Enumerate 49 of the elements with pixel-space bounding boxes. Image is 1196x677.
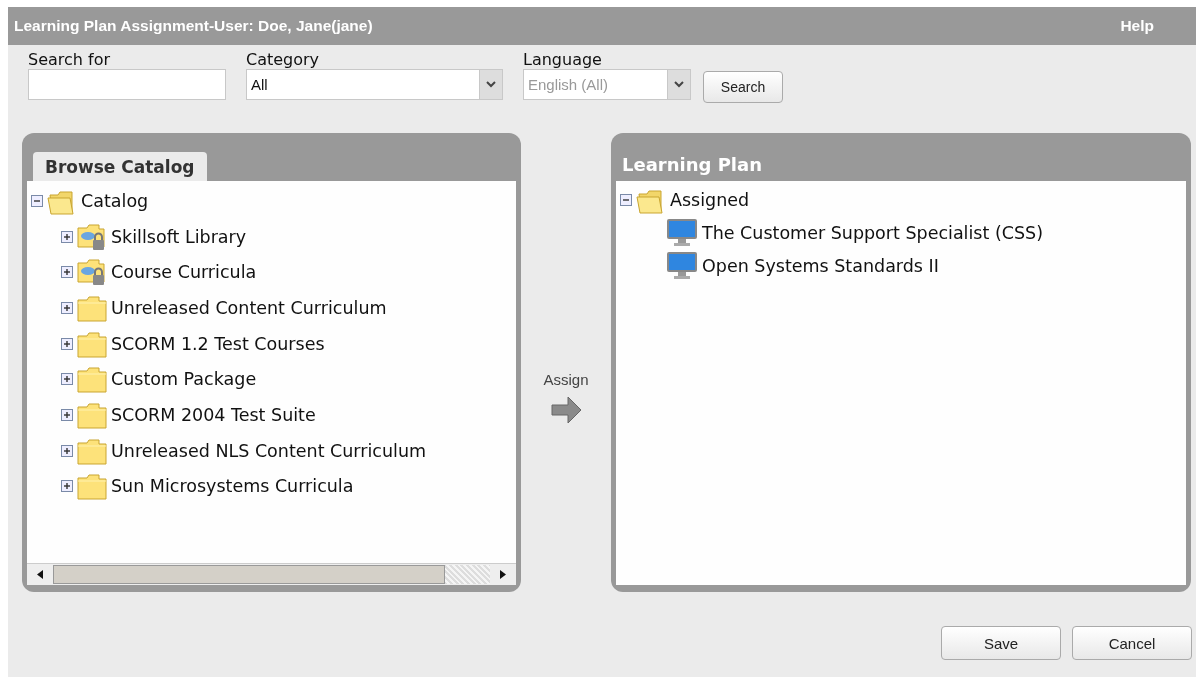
folder-icon	[77, 436, 107, 465]
tree-item[interactable]: SCORM 1.2 Test Courses	[111, 333, 325, 354]
tree-item[interactable]: Custom Package	[111, 369, 257, 390]
monitor-icon	[666, 217, 698, 248]
tree-item[interactable]: Open Systems Standards II	[702, 255, 939, 276]
category-dropdown[interactable]: All	[246, 69, 503, 100]
folder-icon	[77, 472, 107, 501]
search-button[interactable]: Search	[703, 71, 783, 103]
collapse-icon[interactable]	[620, 193, 632, 206]
expand-icon[interactable]	[61, 230, 73, 243]
panel-title: Learning Plan	[621, 153, 763, 177]
assign-label: Assign	[543, 371, 589, 388]
collapse-icon[interactable]	[31, 194, 43, 207]
tree-item[interactable]: Skillsoft Library	[111, 226, 247, 247]
tree-item[interactable]: Course Curricula	[111, 262, 257, 283]
expand-icon[interactable]	[61, 266, 73, 279]
expand-icon[interactable]	[61, 337, 73, 350]
folder-icon	[77, 329, 107, 358]
tree-item[interactable]: SCORM 2004 Test Suite	[111, 404, 316, 425]
catalog-tab[interactable]: Browse Catalog	[33, 152, 207, 181]
save-button[interactable]: Save	[941, 626, 1061, 660]
tree-item[interactable]: Sun Microsystems Curricula	[111, 476, 354, 497]
scroll-thumb[interactable]	[53, 565, 445, 584]
locked-folder-icon	[77, 222, 107, 251]
expand-icon[interactable]	[61, 444, 73, 457]
horizontal-scrollbar[interactable]	[27, 563, 516, 585]
locked-folder-icon	[77, 258, 107, 287]
expand-icon[interactable]	[61, 373, 73, 386]
window-title: Learning Plan Assignment-User: Doe, Jane(jane)	[14, 17, 373, 35]
monitor-icon	[666, 250, 698, 281]
tree-item[interactable]: Unreleased NLS Content Curriculum	[111, 440, 427, 461]
category-label: Category	[246, 51, 321, 69]
expand-icon[interactable]	[61, 480, 73, 493]
search-field[interactable]	[28, 69, 226, 100]
search-label: Search for	[28, 51, 112, 69]
tree-item[interactable]: Assigned	[670, 189, 750, 210]
cancel-button[interactable]: Cancel	[1072, 626, 1192, 660]
folder-icon	[77, 400, 107, 429]
caret-icon	[479, 70, 502, 99]
language-label: Language	[523, 51, 603, 69]
expand-icon[interactable]	[61, 301, 73, 314]
tree-item[interactable]: The Customer Support Specialist (CSS)	[702, 222, 1043, 243]
caret-icon	[667, 70, 690, 99]
folder-icon	[77, 365, 107, 394]
tree-item[interactable]: Unreleased Content Curriculum	[111, 297, 387, 318]
right-arrow-icon[interactable]	[550, 394, 582, 426]
folder-icon	[77, 293, 107, 322]
expand-icon[interactable]	[61, 408, 73, 421]
tree-item[interactable]: Catalog	[81, 190, 149, 211]
